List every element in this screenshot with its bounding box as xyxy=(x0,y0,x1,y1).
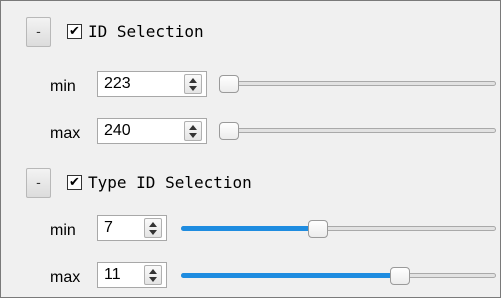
type-id-min-slider-fill xyxy=(181,226,318,231)
spin-up-icon[interactable] xyxy=(189,78,197,83)
type-id-max-spin-buttons[interactable] xyxy=(144,265,162,285)
spin-down-icon[interactable] xyxy=(149,230,157,235)
id-min-label: min xyxy=(50,78,76,95)
id-max-label: max xyxy=(50,125,81,142)
spin-down-icon[interactable] xyxy=(189,133,197,138)
id-min-spin-buttons[interactable] xyxy=(184,74,202,94)
type-id-min-spin-buttons[interactable] xyxy=(144,218,162,238)
type-id-min-value[interactable]: 7 xyxy=(104,219,113,237)
type-id-selection-title: Type ID Selection xyxy=(88,173,252,192)
id-max-spinbox[interactable]: 240 xyxy=(97,118,207,144)
id-min-value[interactable]: 223 xyxy=(104,75,131,93)
spin-up-icon[interactable] xyxy=(149,269,157,274)
type-id-max-slider-fill xyxy=(181,273,401,278)
spin-up-icon[interactable] xyxy=(189,125,197,130)
type-id-min-label: min xyxy=(50,222,76,239)
id-max-value[interactable]: 240 xyxy=(104,122,131,140)
selection-panel: - ✔ ID Selection min 223 max 240 - ✔ Typ… xyxy=(0,0,501,298)
id-selection-collapse-button[interactable]: - xyxy=(26,17,51,47)
type-id-min-spinbox[interactable]: 7 xyxy=(97,215,167,241)
spin-down-icon[interactable] xyxy=(149,277,157,282)
type-id-max-label: max xyxy=(50,269,81,286)
type-id-max-value[interactable]: 11 xyxy=(104,266,121,284)
type-id-max-spinbox[interactable]: 11 xyxy=(97,262,167,288)
id-selection-title: ID Selection xyxy=(88,22,204,41)
id-max-slider[interactable] xyxy=(219,120,496,142)
id-max-spin-buttons[interactable] xyxy=(184,121,202,141)
id-min-slider-handle[interactable] xyxy=(219,75,239,93)
type-id-min-slider-handle[interactable] xyxy=(307,220,328,238)
id-max-slider-handle[interactable] xyxy=(219,122,239,140)
id-min-spinbox[interactable]: 223 xyxy=(97,71,207,97)
type-id-max-slider[interactable] xyxy=(181,265,496,287)
id-max-slider-track[interactable] xyxy=(219,128,496,133)
id-min-slider-track[interactable] xyxy=(219,81,496,86)
spin-up-icon[interactable] xyxy=(149,222,157,227)
type-id-selection-checkbox[interactable]: ✔ xyxy=(67,175,82,190)
type-id-min-slider[interactable] xyxy=(181,218,496,240)
type-id-selection-collapse-button[interactable]: - xyxy=(26,168,51,198)
spin-down-icon[interactable] xyxy=(189,86,197,91)
type-id-max-slider-handle[interactable] xyxy=(390,267,411,285)
id-selection-checkbox[interactable]: ✔ xyxy=(67,24,82,39)
id-min-slider[interactable] xyxy=(219,73,496,95)
